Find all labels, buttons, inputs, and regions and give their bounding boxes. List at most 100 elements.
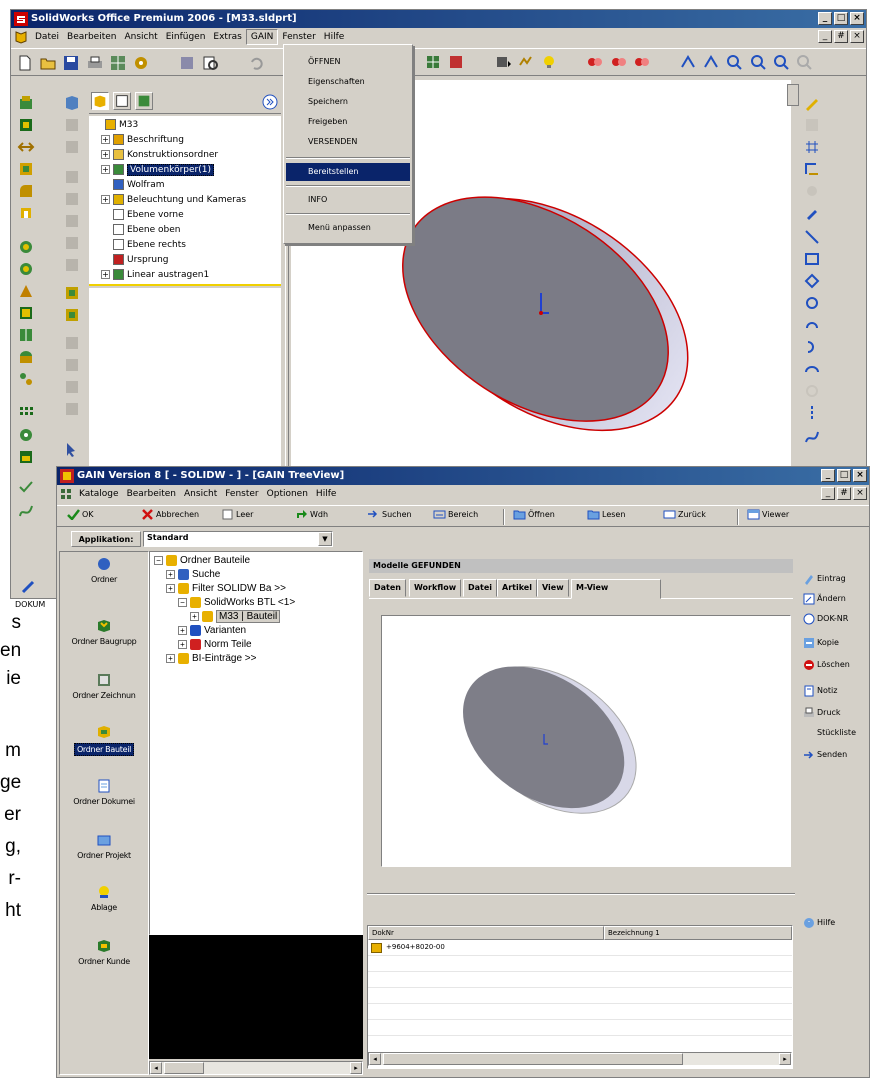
pattern-icon[interactable] [17, 304, 35, 322]
rebuild-icon[interactable] [132, 54, 150, 72]
edit-sketch-icon[interactable] [803, 204, 821, 222]
library-icon[interactable] [17, 448, 35, 466]
zoom-page-icon[interactable] [202, 54, 220, 72]
rib-icon[interactable] [17, 238, 35, 256]
gain-menu-kataloge[interactable]: Kataloge [75, 485, 123, 503]
nav-ordner[interactable]: Ordner [62, 556, 146, 584]
close-button[interactable]: × [850, 12, 864, 25]
expand-icon[interactable]: − [178, 597, 187, 607]
grid-sketch-icon[interactable] [803, 138, 821, 156]
gain-tree-item[interactable]: − Ordner Bauteile [154, 554, 250, 568]
menu-datei[interactable]: Datei [31, 28, 63, 46]
zoom-in-icon[interactable] [749, 53, 767, 71]
rectangle-icon[interactable] [803, 250, 821, 268]
gain-menu-optionen[interactable]: Optionen [263, 485, 312, 503]
gain-menu-versenden[interactable]: VERSENDEN [286, 133, 410, 151]
gain-menu-anpassen[interactable]: Menü anpassen [286, 219, 410, 237]
doc-maximize-button[interactable]: # [834, 30, 848, 43]
application-select[interactable]: Standard ▼ [143, 531, 333, 547]
gain-tree-item[interactable]: + Filter SOLIDW Ba >> [166, 582, 286, 596]
dome-icon[interactable] [17, 348, 35, 366]
undo-icon[interactable] [248, 54, 266, 72]
feature-tree-item[interactable]: + Beleuchtung und Kameras [101, 193, 246, 207]
dok-nr-button[interactable]: DOK-NR [803, 611, 848, 627]
pan-icon[interactable] [702, 53, 720, 71]
doc-close-button[interactable]: × [850, 30, 864, 43]
nav-ordner-baugruppe[interactable]: Ordner Baugrupp [62, 618, 146, 646]
expand-icon[interactable]: + [166, 583, 175, 593]
gain-menu-speichern[interactable]: Speichern [286, 93, 410, 111]
model-preview-viewport[interactable] [381, 615, 791, 867]
feature-tree-item[interactable]: M33 [93, 118, 138, 132]
loeschen-button[interactable]: Löschen [803, 657, 850, 673]
menu-extras[interactable]: Extras [209, 28, 245, 46]
mirror-icon[interactable] [17, 326, 35, 344]
gain-doc-maximize-button[interactable]: # [837, 487, 851, 500]
expand-icon[interactable]: + [178, 639, 187, 649]
property-manager-tab-icon[interactable] [113, 92, 131, 110]
abbrechen-button[interactable]: Abbrechen [141, 506, 199, 524]
menu-einfuegen[interactable]: Einfügen [162, 28, 210, 46]
gear-icon[interactable] [17, 426, 35, 444]
tab-datei[interactable]: Datei [463, 579, 498, 597]
view-red-1-icon[interactable] [586, 53, 604, 71]
shell-icon[interactable] [17, 204, 35, 222]
display-icon[interactable] [517, 53, 535, 71]
expand-icon[interactable]: − [154, 555, 163, 565]
feature-tree-item[interactable]: Ebene rechts [101, 238, 186, 252]
print-icon[interactable] [86, 54, 104, 72]
tab-view[interactable]: View [537, 579, 569, 597]
gain-menu-info[interactable]: INFO [286, 191, 410, 209]
menu-ansicht[interactable]: Ansicht [120, 28, 161, 46]
nav-ablage[interactable]: Ablage [62, 884, 146, 912]
polygon-icon[interactable] [803, 272, 821, 290]
nav-ordner-zeichnung[interactable]: Ordner Zeichnun [62, 672, 146, 700]
view-orient-icon[interactable] [679, 53, 697, 71]
gain-tree-item[interactable]: + Suche [166, 568, 220, 582]
pointer-icon[interactable] [63, 440, 81, 458]
gain-menu-bereitstellen[interactable]: Bereitstellen [286, 163, 410, 181]
tree-horizontal-scrollbar[interactable]: ◂ ▸ [149, 1061, 363, 1075]
tangent-arc-icon[interactable] [803, 338, 821, 356]
gain-close-button[interactable]: × [853, 469, 867, 482]
select-icon[interactable] [424, 53, 442, 71]
nav-ordner-dokument[interactable]: Ordner Dokumei [62, 778, 146, 806]
gain-tree-item[interactable]: + M33 | Bauteil [190, 610, 281, 624]
gain-maximize-button[interactable]: □ [837, 469, 851, 482]
view-red-3-icon[interactable] [633, 53, 651, 71]
expand-icon[interactable]: + [166, 653, 175, 663]
configuration-manager-tab-icon[interactable] [135, 92, 153, 110]
maximize-button[interactable]: □ [834, 12, 848, 25]
new-icon[interactable] [16, 54, 34, 72]
kopie-button[interactable]: Kopie [803, 635, 839, 651]
extrude-boss-icon[interactable] [17, 94, 35, 112]
gain-tree-item[interactable]: + Varianten [178, 624, 246, 638]
options-icon[interactable] [178, 54, 196, 72]
fillet-icon[interactable] [17, 182, 35, 200]
gain-tree-item[interactable]: + Norm Teile [178, 638, 252, 652]
save-icon[interactable] [62, 54, 80, 72]
feature-tree-item[interactable]: + Linear austragen1 [101, 268, 209, 282]
oeffnen-button[interactable]: Öffnen [513, 506, 555, 524]
list-scroll-thumb[interactable] [383, 1053, 683, 1065]
arc-icon[interactable] [803, 316, 821, 334]
split-icon[interactable] [17, 370, 35, 388]
bottom-link-icon[interactable] [19, 578, 37, 596]
aendern-button[interactable]: Ändern [803, 591, 846, 607]
nav-ordner-kunde[interactable]: Ordner Kunde [62, 938, 146, 966]
centerline-icon[interactable] [803, 404, 821, 422]
gain-menu-hilfe[interactable]: Hilfe [312, 485, 340, 503]
wdh-button[interactable]: Wdh [295, 506, 328, 524]
assembly-icon[interactable] [63, 94, 81, 112]
nav-ordner-bauteil[interactable]: Ordner Bauteil [62, 724, 146, 756]
tool-yellow-2-icon[interactable] [63, 306, 81, 324]
sweep-icon[interactable] [17, 138, 35, 156]
gain-menu-ansicht[interactable]: Ansicht [180, 485, 221, 503]
zurueck-button[interactable]: Zurück [663, 506, 706, 524]
ellipse-icon[interactable] [803, 360, 821, 378]
scroll-right-button[interactable]: ▸ [350, 1062, 362, 1074]
ok-button[interactable]: OK [67, 506, 94, 524]
menu-bearbeiten[interactable]: Bearbeiten [63, 28, 120, 46]
gain-tree-item[interactable]: + BI-Einträge >> [166, 652, 256, 666]
expand-icon[interactable]: + [101, 135, 110, 144]
